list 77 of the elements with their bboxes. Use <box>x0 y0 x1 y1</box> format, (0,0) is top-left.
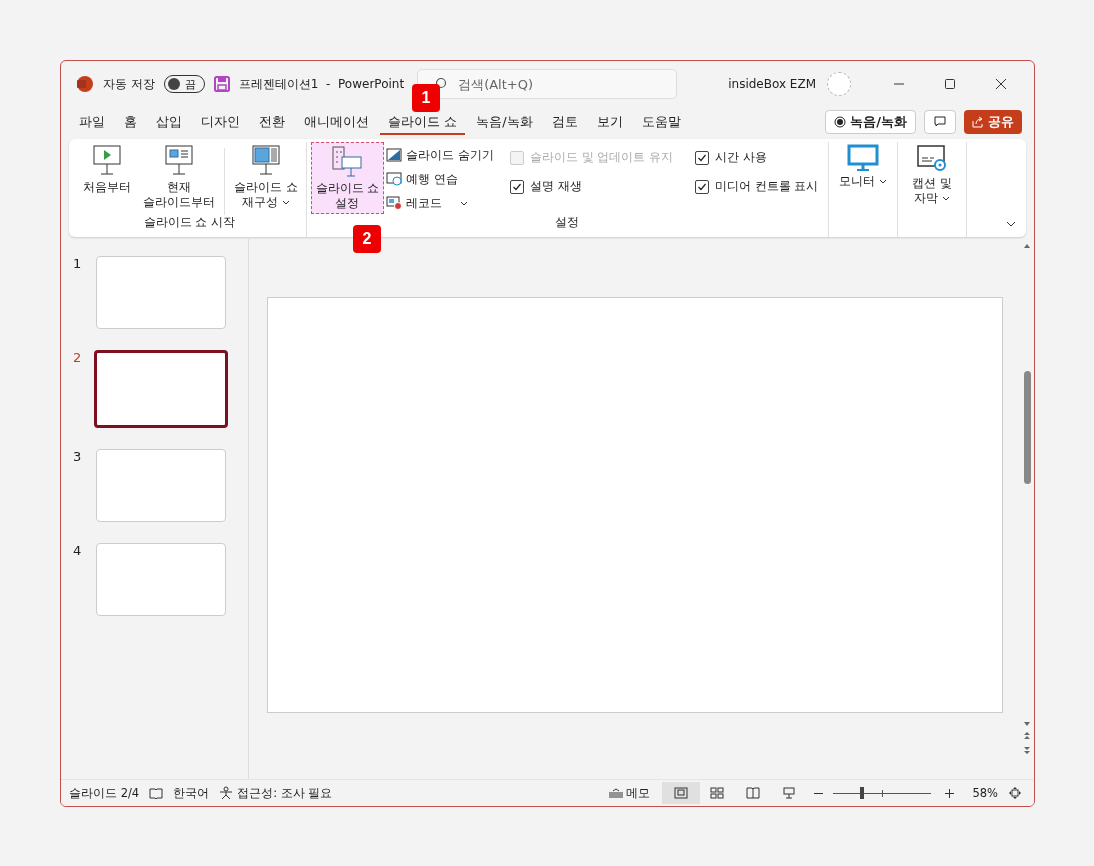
zoom-slider[interactable] <box>833 787 932 799</box>
book-icon <box>746 787 761 799</box>
language-label[interactable]: 한국어 <box>173 785 210 801</box>
document-title: 프레젠테이션1 - PowerPoint <box>238 75 405 93</box>
book-icon[interactable] <box>149 786 164 800</box>
ribbon-tab[interactable]: 애니메이션 <box>296 109 377 135</box>
ribbon-button[interactable]: 슬라이드 쇼 재구성 <box>230 142 302 214</box>
view-button[interactable] <box>662 782 701 804</box>
record-button[interactable]: 녹음/녹화 <box>825 110 916 134</box>
grid-icon <box>710 787 725 799</box>
scroll-down-icon[interactable] <box>1023 721 1031 727</box>
slide-thumbnail[interactable] <box>94 350 228 428</box>
ribbon-tab[interactable]: 도움말 <box>633 109 689 135</box>
chevron-icon[interactable] <box>1006 221 1016 227</box>
share-icon <box>972 116 984 128</box>
slide-number: 3 <box>73 449 81 466</box>
fit-icon[interactable] <box>1008 786 1022 800</box>
ribbon-button[interactable]: 예행 연습 <box>386 169 494 189</box>
person-icon[interactable] <box>219 786 234 800</box>
accessibility-status[interactable]: 접근성: 조사 필요 <box>237 785 333 801</box>
ribbon-tab[interactable]: 디자인 <box>193 109 248 135</box>
ribbon-tab[interactable]: 파일 <box>71 109 113 135</box>
previous-slide-icon[interactable] <box>1023 731 1031 741</box>
slide-number: 4 <box>73 543 81 560</box>
step-badge: 2 <box>353 225 381 253</box>
close-icon[interactable] <box>995 78 1007 90</box>
ribbon-button[interactable]: 현재 슬라이드부터 <box>139 142 219 214</box>
screen-list-icon <box>330 145 365 179</box>
timer-screen-icon <box>386 172 403 186</box>
ribbon-tab[interactable]: 삽입 <box>148 109 190 135</box>
slide-number: 1 <box>73 256 81 273</box>
play-screen-icon <box>92 144 122 178</box>
next-slide-icon[interactable] <box>1023 745 1031 755</box>
screen-icon <box>164 144 194 178</box>
hide-slide-icon <box>386 148 403 162</box>
ribbon-tab[interactable]: 검토 <box>543 109 586 135</box>
ribbon-button[interactable]: 모니터 <box>833 142 894 214</box>
autosave-label: 자동 저장 <box>103 75 155 93</box>
slide-counter: 슬라이드 2/4 <box>69 785 140 801</box>
scrollbar-thumb[interactable] <box>1023 371 1031 484</box>
ribbon-tab[interactable]: 보기 <box>588 109 631 135</box>
ribbon-button[interactable]: 캡션 및 자막 <box>902 142 963 214</box>
group-label: 설정 <box>554 215 581 231</box>
notes-button[interactable]: 메모 <box>608 784 651 802</box>
monitor-icon <box>847 144 880 172</box>
check-icon <box>696 181 707 192</box>
scroll-up-icon[interactable] <box>1023 243 1031 249</box>
ribbon-tab[interactable]: 전환 <box>251 109 293 135</box>
check-icon <box>511 181 522 192</box>
app-logo-icon <box>76 75 94 93</box>
zoom-level[interactable]: 58% <box>972 786 998 800</box>
screen-icon <box>250 144 281 178</box>
ribbon-tab[interactable]: 녹음/녹화 <box>468 109 541 135</box>
maximize-icon[interactable] <box>944 78 956 90</box>
checkbox[interactable]: 설명 재생 <box>509 179 673 194</box>
ribbon-button[interactable]: 처음부터 <box>77 142 137 214</box>
normal-view-icon <box>674 787 689 799</box>
caption-gear-icon <box>916 144 949 174</box>
presentation-icon <box>782 787 797 799</box>
ribbon-button[interactable]: 슬라이드 숨기기 <box>386 145 494 165</box>
ribbon-tab[interactable]: 홈 <box>116 109 145 135</box>
step-badge: 1 <box>412 84 440 112</box>
save-icon[interactable] <box>213 76 230 92</box>
record-icon <box>834 116 847 128</box>
user-name: insideBox EZM <box>728 77 816 91</box>
checkbox[interactable]: 시간 사용 <box>694 150 819 165</box>
ribbon-button[interactable]: 슬라이드 쇼 설정 <box>310 142 385 214</box>
slide-number: 2 <box>73 350 81 367</box>
comment-button[interactable] <box>924 110 956 134</box>
check-icon <box>696 152 707 163</box>
group-label: 슬라이드 쇼 시작 <box>142 215 236 231</box>
zoom-in-icon[interactable] <box>945 788 955 798</box>
record-screen-icon <box>386 196 403 210</box>
checkbox[interactable]: 미디어 컨트롤 표시 <box>694 179 819 194</box>
ribbon-button[interactable]: 레코드 <box>386 193 494 213</box>
comment-icon <box>934 116 946 128</box>
share-button[interactable]: 공유 <box>964 110 1022 134</box>
